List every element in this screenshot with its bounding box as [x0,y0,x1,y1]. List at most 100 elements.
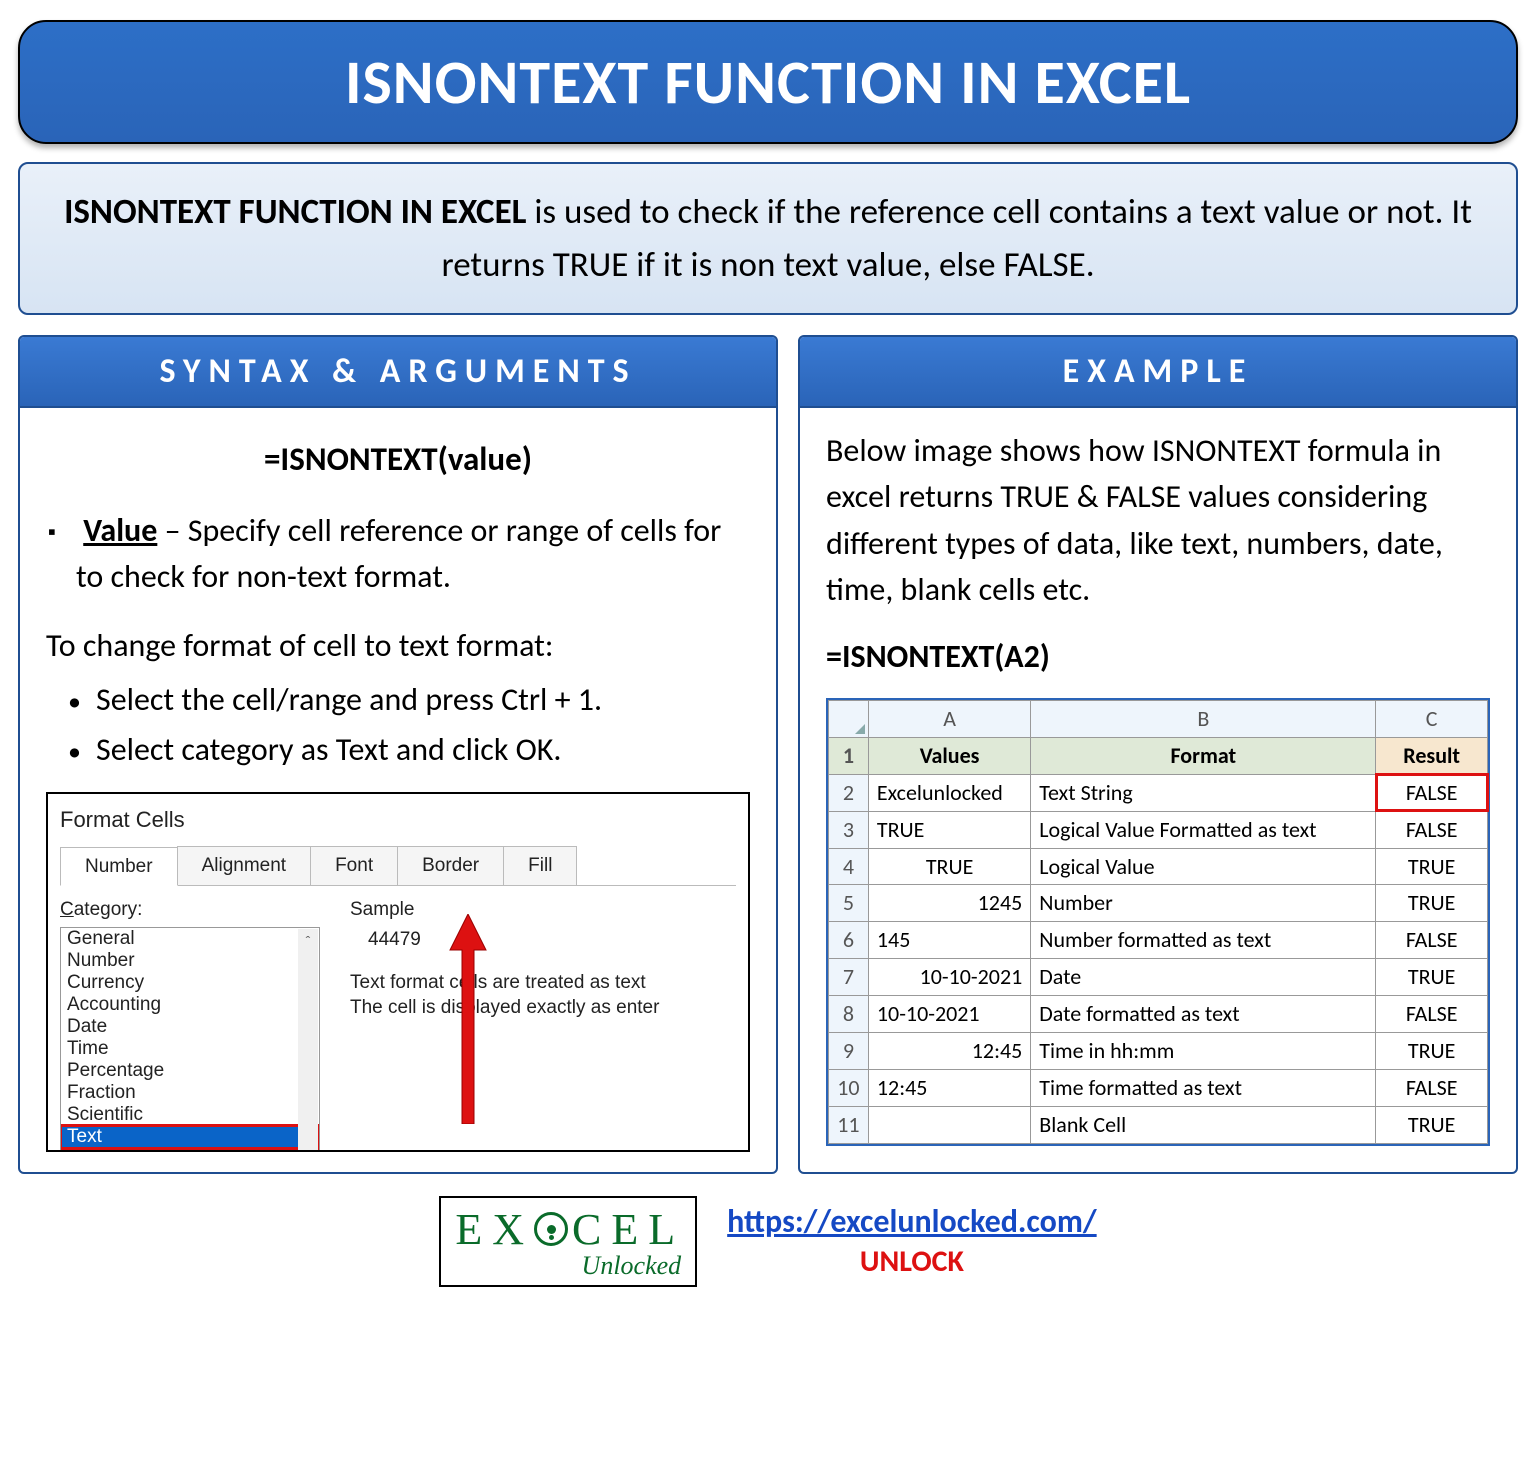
format-cells-dialog: Format Cells Number Alignment Font Borde… [46,792,750,1152]
sample-label: Sample [350,896,736,924]
cell-result[interactable]: FALSE [1376,811,1488,848]
category-item[interactable]: Date [61,1016,319,1038]
category-label: Category: [60,896,320,924]
row-header[interactable]: 2 [829,774,869,811]
table-row: 1012:45Time formatted as textFALSE [829,1069,1488,1106]
syntax-step: Select category as Text and click OK. [96,727,750,773]
format-help: Text format cells are treated as text Th… [350,971,736,1020]
category-list[interactable]: GeneralNumberCurrencyAccountingDateTimeP… [60,927,320,1152]
col-header-a[interactable]: A [868,700,1030,737]
select-all-corner[interactable] [829,700,869,737]
cell-format[interactable]: Text String [1031,774,1376,811]
page-title: ISNONTEXT FUNCTION IN EXCEL [345,44,1191,120]
row-header[interactable]: 10 [829,1069,869,1106]
cell-format[interactable]: Time formatted as text [1031,1069,1376,1106]
row-header[interactable]: 9 [829,1032,869,1069]
table-row: 6145Number formatted as textFALSE [829,922,1488,959]
table-row: 3TRUELogical Value Formatted as textFALS… [829,811,1488,848]
category-item[interactable]: Number [61,950,319,972]
cell-format[interactable]: Time in hh:mm [1031,1032,1376,1069]
cell-format[interactable]: Date formatted as text [1031,996,1376,1033]
cell-result[interactable]: TRUE [1376,848,1488,885]
table-row: 810-10-2021Date formatted as textFALSE [829,996,1488,1033]
table-row: 4TRUELogical ValueTRUE [829,848,1488,885]
cell-values[interactable]: 12:45 [868,1032,1030,1069]
cell-values[interactable]: 12:45 [868,1069,1030,1106]
table-row: 710-10-2021DateTRUE [829,959,1488,996]
category-item[interactable]: Special [61,1148,319,1152]
cell-values[interactable]: 10-10-2021 [868,996,1030,1033]
tab-font[interactable]: Font [310,846,398,886]
category-item[interactable]: Accounting [61,994,319,1016]
cell-format[interactable]: Number formatted as text [1031,922,1376,959]
cell-result[interactable]: FALSE [1376,774,1488,811]
row-header[interactable]: 3 [829,811,869,848]
tab-border[interactable]: Border [397,846,504,886]
syntax-step: Select the cell/range and press Ctrl + 1… [96,677,750,723]
syntax-steps: Select the cell/range and press Ctrl + 1… [46,677,750,774]
cell-format[interactable]: Blank Cell [1031,1106,1376,1143]
header-values: Values [868,737,1030,774]
row-header[interactable]: 4 [829,848,869,885]
cell-result[interactable]: TRUE [1376,959,1488,996]
row-header[interactable]: 1 [829,737,869,774]
site-url-link[interactable]: https://excelunlocked.com/ [727,1202,1096,1241]
description-lead: ISNONTEXT FUNCTION IN EXCEL [64,191,526,233]
excel-unlocked-logo: E X C E L Unlocked [439,1196,697,1287]
footer: E X C E L Unlocked https://excelunlocked… [18,1196,1518,1287]
logo-letter: L [648,1204,681,1255]
example-text: Below image shows how ISNONTEXT formula … [826,428,1490,614]
description-box: ISNONTEXT FUNCTION IN EXCEL is used to c… [18,162,1518,315]
row-header[interactable]: 8 [829,996,869,1033]
col-header-c[interactable]: C [1376,700,1488,737]
syntax-note: To change format of cell to text format: [46,623,750,669]
cell-values[interactable]: TRUE [868,848,1030,885]
dialog-title: Format Cells [60,804,736,836]
col-header-b[interactable]: B [1031,700,1376,737]
category-item[interactable]: Text [61,1126,319,1148]
cell-format[interactable]: Logical Value [1031,848,1376,885]
cell-format[interactable]: Date [1031,959,1376,996]
row-header[interactable]: 11 [829,1106,869,1143]
cell-format[interactable]: Logical Value Formatted as text [1031,811,1376,848]
row-header[interactable]: 6 [829,922,869,959]
category-item[interactable]: Percentage [61,1060,319,1082]
unlock-label: UNLOCK [727,1243,1096,1280]
cell-result[interactable]: FALSE [1376,996,1488,1033]
row-header[interactable]: 5 [829,885,869,922]
cell-values[interactable]: 1245 [868,885,1030,922]
category-item[interactable]: Currency [61,972,319,994]
logo-letter: C [572,1204,607,1255]
syntax-arg-label: Value [83,511,157,550]
syntax-formula: =ISNONTEXT(value) [46,436,750,484]
category-item[interactable]: Time [61,1038,319,1060]
cell-format[interactable]: Number [1031,885,1376,922]
header-format: Format [1031,737,1376,774]
row-header[interactable]: 7 [829,959,869,996]
table-header-row: 1 Values Format Result [829,737,1488,774]
category-item[interactable]: Fraction [61,1082,319,1104]
tab-alignment[interactable]: Alignment [177,846,312,886]
logo-letter: E [611,1204,644,1255]
syntax-arguments: Value – Specify cell reference or range … [46,508,750,601]
tab-number[interactable]: Number [60,847,178,887]
cell-result[interactable]: TRUE [1376,885,1488,922]
sample-value: 44479 [350,926,736,954]
example-heading: EXAMPLE [800,337,1516,408]
category-item[interactable]: Scientific [61,1104,319,1126]
cell-result[interactable]: TRUE [1376,1106,1488,1143]
logo-letter: E [455,1204,488,1255]
cell-values[interactable] [868,1106,1030,1143]
category-item[interactable]: General [61,928,319,950]
cell-result[interactable]: FALSE [1376,922,1488,959]
cell-values[interactable]: TRUE [868,811,1030,848]
scrollbar[interactable] [298,929,318,1152]
cell-result[interactable]: FALSE [1376,1069,1488,1106]
cell-values[interactable]: 145 [868,922,1030,959]
cell-values[interactable]: Excelunlocked [868,774,1030,811]
cell-values[interactable]: 10-10-2021 [868,959,1030,996]
cell-result[interactable]: TRUE [1376,1032,1488,1069]
tab-fill[interactable]: Fill [503,846,577,886]
logo-top: E X C E L [455,1204,681,1255]
dialog-tabs: Number Alignment Font Border Fill [60,846,736,887]
